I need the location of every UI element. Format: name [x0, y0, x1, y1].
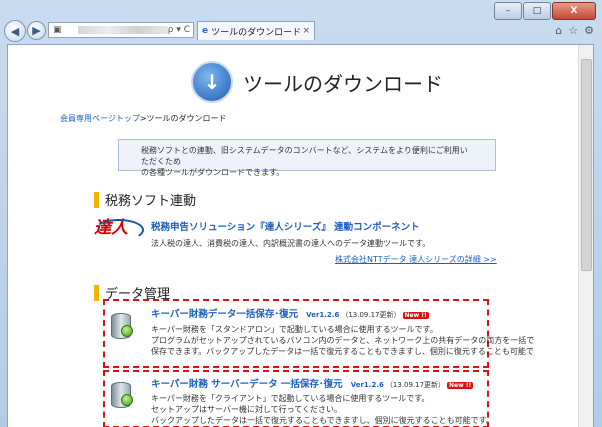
page-title: ツールのダウンロード [243, 71, 443, 96]
item-1-line-1: キーパー財務を「スタンドアロン」で起動している場合に使用するツールです。 [151, 325, 438, 334]
heading-accent-bar [94, 191, 99, 208]
breadcrumb-separator: > [139, 114, 147, 123]
item-1-updated: （13.09.17更新） [341, 311, 401, 319]
tatsujin-component-link[interactable]: 税務申告ソリューション『達人シリーズ』 連動コンポーネント [151, 219, 420, 233]
item-2-line-1: キーパー財務を「クライアント」で起動している場合に使用するツールです。 [151, 394, 430, 403]
database-icon [109, 380, 133, 408]
page-header: ↓ ツールのダウンロード [191, 61, 443, 103]
item-2-updated: （13.09.17更新） [385, 381, 446, 389]
info-line-2: の各種ツールがダウンロードできます。 [141, 168, 285, 177]
item-2-title-link[interactable]: キーパー財務 サーバーデータ 一括保存･復元 [151, 379, 343, 390]
ie-icon: e [202, 26, 209, 36]
section-heading-tax: 税務ソフト連動 [94, 190, 196, 209]
item-2-title-row: キーパー財務 サーバーデータ 一括保存･復元 Ver1.2.6 （13.09.17更… [151, 376, 474, 390]
breadcrumb-current: ツールのダウンロード [146, 114, 227, 123]
green-orb [121, 394, 133, 406]
forward-arrow-icon: ▶ [32, 24, 41, 37]
tatsujin-logo: 達人 [94, 213, 144, 243]
new-badge: New !! [402, 312, 429, 319]
green-orb [121, 325, 133, 337]
search-refresh-icons[interactable]: ρ ▾ C [168, 25, 190, 35]
back-button[interactable]: ◀ [4, 20, 26, 42]
forward-button[interactable]: ▶ [27, 21, 46, 40]
scrollbar-thumb[interactable] [581, 59, 592, 271]
item-1-title-row: キーパー財務データ一括保存･復元 Ver1.2.6 （13.09.17更新） New … [151, 306, 429, 320]
heading-accent-bar [94, 284, 99, 301]
item-1-line-2: プログラムがセットアップされているパソコン内のデータと、ネットワーク上の共有デー… [151, 336, 535, 345]
blurred-url [77, 26, 168, 34]
settings-icon[interactable]: ⚙ [584, 24, 594, 37]
navigation-bar: ◀ ▶ ▣ ρ ▾ C e ツールのダウンロード × ⌂ ☆ ⚙ [0, 18, 602, 42]
toolbar-icons: ⌂ ☆ ⚙ [555, 24, 594, 37]
tatsujin-description: 法人税の達人、消費税の達人、内訳概況書の達人へのデータ連動ツールです。 [151, 239, 431, 248]
download-arrow-icon: ↓ [191, 61, 233, 103]
breadcrumb: 会員専用ページトップ>ツールのダウンロード [60, 113, 227, 124]
tab-title: ツールのダウンロード [211, 27, 302, 38]
browser-window: – □ X ◀ ▶ ▣ ρ ▾ C e ツールのダウンロード × ⌂ ☆ ⚙ ↓… [0, 0, 602, 427]
item-1-title-link[interactable]: キーパー財務データ一括保存･復元 [151, 309, 298, 320]
item-2-line-3: バックアップしたデータは一括で復元することもできますし、個別に復元することも可能… [151, 416, 494, 425]
tab-tools-download[interactable]: e ツールのダウンロード × [197, 21, 315, 40]
item-2-description: キーパー財務を「クライアント」で起動している場合に使用するツールです。 セットア… [151, 393, 494, 426]
page-content: ↓ ツールのダウンロード 会員専用ページトップ>ツールのダウンロード 税務ソフト… [7, 44, 594, 427]
tatsujin-details-link[interactable]: 株式会社NTTデータ 達人シリーズの詳細 >> [335, 254, 497, 265]
page-icon: ▣ [53, 25, 62, 35]
info-line-1: 税務ソフトとの連動、旧システムデータのコンバートなど、システムをより便利にご利用… [141, 146, 468, 166]
favorites-icon[interactable]: ☆ [568, 24, 578, 37]
back-arrow-icon: ◀ [10, 24, 20, 38]
item-2-version: Ver1.2.6 [350, 381, 384, 389]
section-title-tax: 税務ソフト連動 [105, 194, 197, 209]
home-icon[interactable]: ⌂ [555, 24, 562, 37]
item-1-version: Ver1.2.6 [306, 311, 340, 319]
breadcrumb-link-member-top[interactable]: 会員専用ページトップ [60, 114, 140, 123]
tab-close-icon[interactable]: × [302, 26, 310, 36]
item-1-description: キーパー財務を「スタンドアロン」で起動している場合に使用するツールです。 プログ… [151, 324, 534, 357]
new-badge: New !! [447, 382, 474, 389]
logo-swoosh [94, 219, 144, 241]
info-box: 税務ソフトとの連動、旧システムデータのコンバートなど、システムをより便利にご利用… [118, 139, 496, 177]
item-1-line-3: 保存できます。バックアップしたデータは一括で復元することもできますし、個別に復元… [151, 347, 534, 356]
database-icon [109, 311, 133, 339]
address-bar[interactable]: ▣ ρ ▾ C [48, 22, 194, 38]
vertical-scrollbar[interactable] [578, 45, 593, 427]
item-2-line-2: セットアップはサーバー機に対して行ってください。 [151, 405, 343, 414]
